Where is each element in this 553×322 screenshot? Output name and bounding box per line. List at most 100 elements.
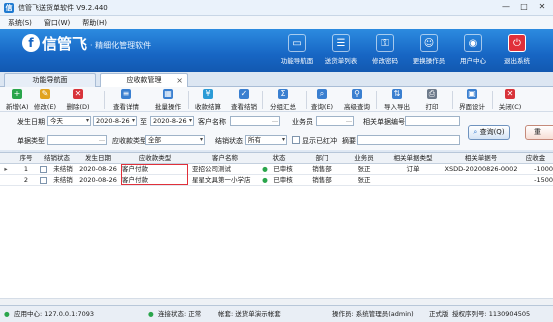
date-from-value: 2020-8-26 (96, 117, 130, 125)
menu-window[interactable]: 窗口(W) (44, 18, 70, 28)
receivable-type-select[interactable]: 全部 ▾ (145, 135, 205, 145)
col-index[interactable]: 序号 (14, 153, 38, 164)
col-amount[interactable]: 应收金 (518, 153, 553, 164)
cell-settle: 未结销 (53, 176, 73, 184)
delete-button[interactable]: ✕ 删除(D) (62, 89, 94, 111)
nav-function-panel[interactable]: ▭ 功能导航面 (278, 32, 316, 70)
tab-label: 应收款管理 (126, 76, 162, 84)
col-doc-no[interactable]: 相关单据号 (444, 153, 518, 164)
close-window-button[interactable]: ✕ (533, 0, 551, 14)
col-doc-type[interactable]: 相关单据类型 (382, 153, 444, 164)
col-dept[interactable]: 部门 (298, 153, 346, 164)
add-button[interactable]: + 新增(A) (6, 89, 29, 111)
customer-field[interactable]: … (230, 116, 280, 126)
show-red-checkbox[interactable] (292, 136, 300, 144)
connection-icon: ● (148, 310, 154, 318)
close-tab-button[interactable]: ✕ 关闭(C) (494, 89, 526, 111)
batch-operation-button[interactable]: ▦ 批量操作 (150, 89, 186, 111)
brand-slogan: · 精细化管理软件 (90, 41, 152, 50)
cell-date: 2020-08-26 (79, 165, 117, 173)
search-icon: ⌕ (473, 128, 478, 136)
add-icon: + (12, 89, 22, 99)
col-status[interactable]: 状态 (260, 153, 298, 164)
title-bar: 信 信管飞送货单软件 V9.2.440 — □ ✕ (0, 0, 553, 16)
clerk-field[interactable]: … (316, 116, 354, 126)
view-icon: ≡ (121, 89, 131, 99)
settle-button[interactable]: ¥ 收款结算 (190, 89, 226, 111)
col-customer[interactable]: 客户名称 (190, 153, 260, 164)
tab-bar: 功能导航面 应收款管理 × (0, 72, 553, 87)
advanced-query-icon: ⚲ (352, 89, 362, 99)
cell-dept: 销售部 (312, 165, 332, 173)
interface-design-button[interactable]: ▣ 界面设计 (454, 89, 490, 111)
toolbar-label: 修改(E) (33, 103, 57, 111)
query-icon: ⌕ (317, 89, 327, 99)
header-banner: f 信管飞 · 精细化管理软件 ▭ 功能导航面 ☰ 送货单列表 ⚿ 修改密码 ☺… (0, 29, 553, 72)
nav-label: 更换操作员 (412, 57, 446, 65)
nav-switch-operator[interactable]: ☺ 更换操作员 (410, 32, 448, 70)
tab-receivables[interactable]: 应收款管理 × (100, 73, 188, 87)
col-type[interactable]: 应收款类型 (120, 153, 190, 164)
advanced-query-button[interactable]: ⚲ 高级查询 (340, 89, 374, 111)
group-summary-button[interactable]: Σ 分组汇总 (264, 89, 302, 111)
col-clerk[interactable]: 业务员 (346, 153, 382, 164)
nav-user-center[interactable]: ◉ 用户中心 (454, 32, 492, 70)
date-label: 发生日期 (17, 118, 45, 126)
table-row[interactable]: ▸ 1 未结销 2020-08-26 客户付款 亚招公司测试 ● 已审核 销售部… (0, 164, 553, 175)
nav-delivery-list[interactable]: ☰ 送货单列表 (322, 32, 360, 70)
col-date[interactable]: 发生日期 (78, 153, 118, 164)
toolbar: + 新增(A) ✎ 修改(E) ✕ 删除(D) ≡ 查看详情 ▦ 批量操作 ¥ 收款结算 ✓… (0, 87, 553, 112)
minimize-button[interactable]: — (497, 0, 515, 14)
nav-label: 送货单列表 (324, 57, 358, 65)
menu-system[interactable]: 系统(S) (8, 18, 32, 28)
show-red-label: 显示已红冲 (302, 137, 337, 145)
menu-help[interactable]: 帮助(H) (82, 18, 107, 28)
connection-status: 连接状态: 正常 (158, 310, 202, 318)
date-to-value: 2020-8-26 (153, 117, 187, 125)
toolbar-label: 查看结销 (231, 103, 257, 111)
settle-status-select[interactable]: 所有 ▾ (245, 135, 287, 145)
summary-field[interactable] (357, 135, 460, 145)
query-button[interactable]: ⌕ 查询(E) (306, 89, 338, 111)
date-to-label: 至 (140, 118, 147, 126)
view-details-button[interactable]: ≡ 查看详情 (108, 89, 144, 111)
doc-type-field[interactable]: … (47, 135, 107, 145)
row-pointer-icon: ▸ (4, 165, 8, 173)
row-checkbox[interactable] (40, 164, 48, 175)
cell-settle: 未结销 (53, 165, 73, 173)
cell-doc-no (444, 175, 518, 186)
settle-status-label: 结销状态 (215, 137, 243, 145)
row-checkbox[interactable] (40, 175, 48, 186)
nav-label: 退出系统 (504, 57, 530, 65)
print-icon: ⎙ (427, 89, 437, 99)
edit-button[interactable]: ✎ 修改(E) (30, 89, 60, 111)
cell-clerk: 张正 (357, 165, 371, 173)
batch-icon: ▦ (163, 89, 173, 99)
view-verify-button[interactable]: ✓ 查看结销 (226, 89, 262, 111)
toolbar-label: 导入导出 (384, 103, 410, 111)
maximize-button[interactable]: □ (515, 0, 533, 14)
nav-change-password[interactable]: ⚿ 修改密码 (366, 32, 404, 70)
print-button[interactable]: ⎙ 打印 (420, 89, 444, 111)
edit-icon: ✎ (40, 89, 50, 99)
cell-doc-type: 订单 (406, 165, 420, 173)
cell-status: 已审核 (273, 165, 293, 173)
reset-button[interactable]: 重 (525, 125, 553, 140)
import-export-button[interactable]: ⇅ 导入导出 (378, 89, 416, 111)
col-settle[interactable]: 结销状态 (38, 153, 76, 164)
tab-function-panel[interactable]: 功能导航面 (4, 73, 96, 87)
monitor-icon: ▭ (288, 34, 306, 52)
table-row[interactable]: 2 未结销 2020-08-26 客户付款 星星文具第一小学店 ● 已审核 销售… (0, 175, 553, 186)
date-from-field[interactable]: 2020-8-26 ▾ (93, 116, 137, 126)
related-doc-field[interactable] (405, 116, 460, 126)
nav-exit-system[interactable]: ⏻ 退出系统 (498, 32, 536, 70)
toolbar-label: 关闭(C) (498, 103, 522, 111)
date-range-select[interactable]: 今天 ▾ (47, 116, 91, 126)
cell-customer: 星星文具第一小学店 (192, 176, 251, 184)
tab-close-icon[interactable]: × (176, 74, 183, 87)
more-icon: … (346, 117, 352, 124)
date-to-field[interactable]: 2020-8-26 ▾ (150, 116, 194, 126)
search-button[interactable]: ⌕ 查询(Q) (468, 125, 510, 140)
horizontal-scrollbar[interactable] (0, 298, 553, 305)
cell-amount: -1000 (534, 165, 553, 173)
